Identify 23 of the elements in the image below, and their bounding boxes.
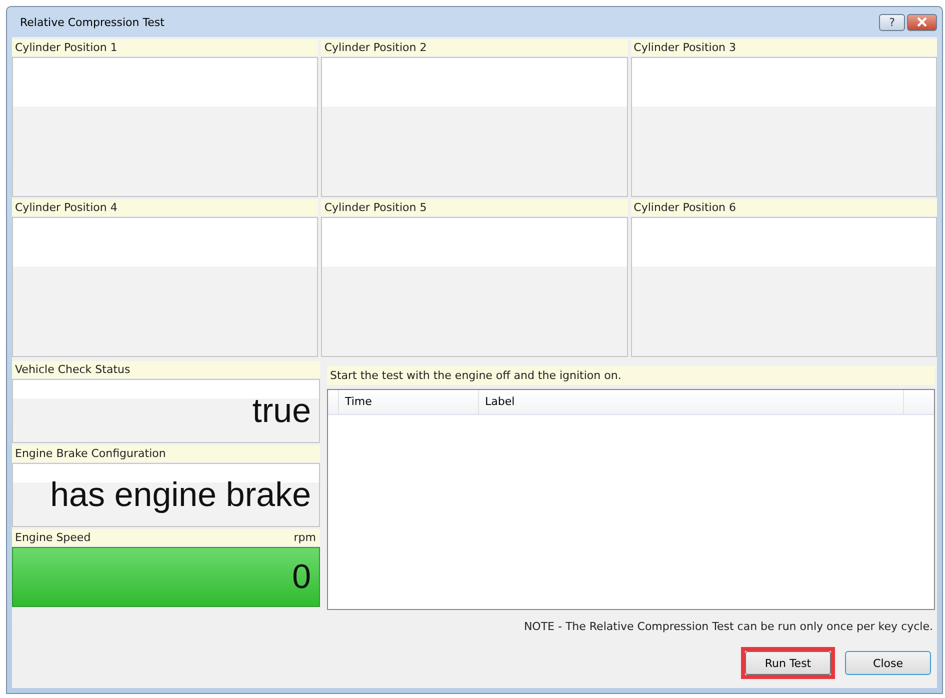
panel-header: Cylinder Position 6	[630, 199, 937, 216]
panel-header: Engine Speed	[15, 530, 91, 546]
panel-header: Engine Brake Configuration	[12, 445, 320, 462]
panel-header: Cylinder Position 3	[630, 39, 937, 56]
run-test-button[interactable]: Run Test	[745, 651, 831, 675]
panel-header: Cylinder Position 1	[12, 39, 318, 56]
panel-header: Cylinder Position 4	[12, 199, 318, 216]
column-header[interactable]: Time	[339, 390, 479, 414]
instruction-text: Start the test with the engine off and the ignition on.	[327, 366, 935, 385]
help-button[interactable]: ?	[879, 14, 905, 30]
column-header[interactable]: Label	[479, 390, 904, 414]
panel-header: Cylinder Position 5	[321, 199, 628, 216]
note-text: NOTE - The Relative Compression Test can be run only once per key cycle.	[524, 620, 933, 633]
panel-header: Vehicle Check Status	[12, 361, 320, 378]
close-button[interactable]	[907, 14, 937, 30]
panel-header: Cylinder Position 2	[321, 39, 628, 56]
unit-label: rpm	[294, 530, 316, 546]
close-dialog-button[interactable]: Close	[845, 651, 931, 675]
value-display: true	[12, 379, 320, 443]
speed-gauge: 0	[12, 547, 320, 607]
value-display: has engine brake	[12, 463, 320, 527]
close-icon	[916, 17, 928, 27]
window-title: Relative Compression Test	[19, 16, 164, 28]
